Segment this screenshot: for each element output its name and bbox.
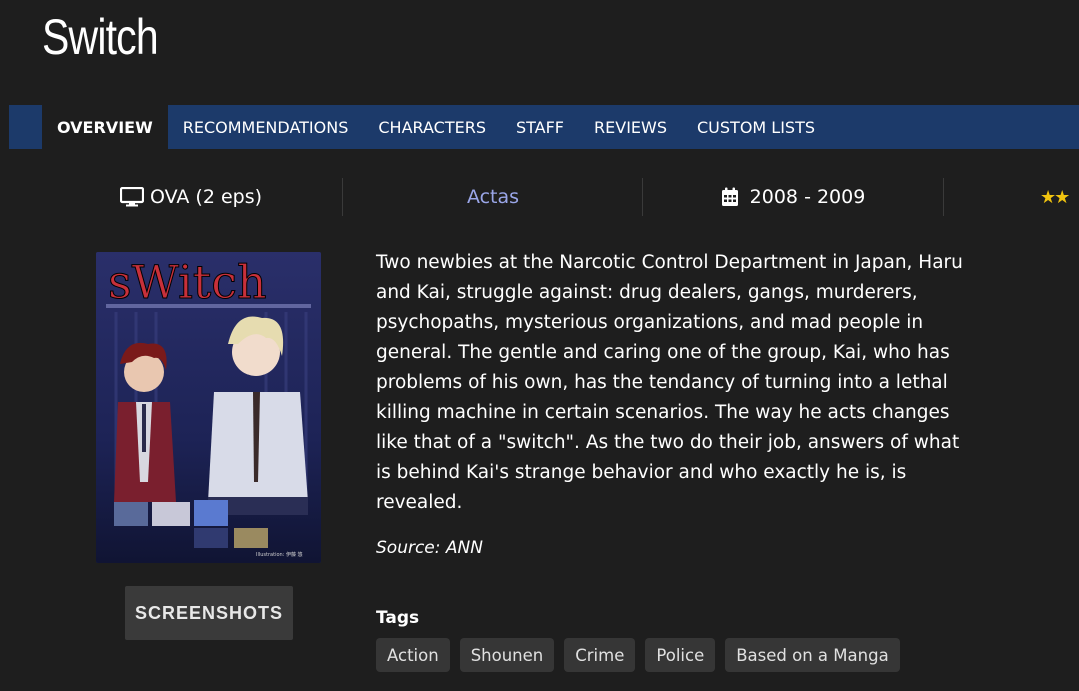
cover-image[interactable]: sWitch Illustration: 伊藤 悠 xyxy=(96,252,321,563)
cover-title: sWitch xyxy=(108,255,267,309)
type-label: OVA (2 eps) xyxy=(149,186,263,208)
tab-characters[interactable]: CHARACTERS xyxy=(363,105,501,149)
years-info: 2008 - 2009 xyxy=(643,178,943,216)
tab-bar: OVERVIEW RECOMMENDATIONS CHARACTERS STAF… xyxy=(9,105,1079,149)
type-info: OVA (2 eps) xyxy=(60,178,322,216)
tab-recommendations[interactable]: RECOMMENDATIONS xyxy=(168,105,364,149)
synopsis: Two newbies at the Narcotic Control Depa… xyxy=(376,252,963,513)
rating-info: ★★ xyxy=(1040,178,1079,216)
synopsis-source: Source: ANN xyxy=(376,538,483,558)
tag-police[interactable]: Police xyxy=(645,638,716,672)
calendar-icon xyxy=(721,187,738,206)
tags-heading: Tags xyxy=(376,608,420,628)
tab-overview[interactable]: OVERVIEW xyxy=(42,105,168,149)
cover-credit: Illustration: 伊藤 悠 xyxy=(256,551,303,558)
info-bar: OVA (2 eps) Actas 2008 - 2009 ★★ xyxy=(0,178,1079,216)
tag-based-on-a-manga[interactable]: Based on a Manga xyxy=(725,638,900,672)
tab-bar-spacer xyxy=(9,105,42,149)
tab-custom-lists[interactable]: CUSTOM LISTS xyxy=(682,105,830,149)
star-icon: ★★ xyxy=(1040,186,1070,208)
tab-staff[interactable]: STAFF xyxy=(501,105,579,149)
tag-shounen[interactable]: Shounen xyxy=(459,638,555,672)
screenshots-button[interactable]: SCREENSHOTS xyxy=(125,586,293,640)
monitor-icon xyxy=(119,187,144,207)
tab-reviews[interactable]: REVIEWS xyxy=(579,105,682,149)
tag-crime[interactable]: Crime xyxy=(564,638,636,672)
page-title: Switch xyxy=(42,9,159,65)
tag-list: Action Shounen Crime Police Based on a M… xyxy=(376,638,900,672)
info-divider xyxy=(943,178,944,216)
years-label: 2008 - 2009 xyxy=(749,186,866,208)
studio-info: Actas xyxy=(343,178,643,216)
studio-link[interactable]: Actas xyxy=(467,186,519,208)
cover-art: sWitch Illustration: 伊藤 悠 xyxy=(96,252,321,563)
tag-action[interactable]: Action xyxy=(376,638,450,672)
